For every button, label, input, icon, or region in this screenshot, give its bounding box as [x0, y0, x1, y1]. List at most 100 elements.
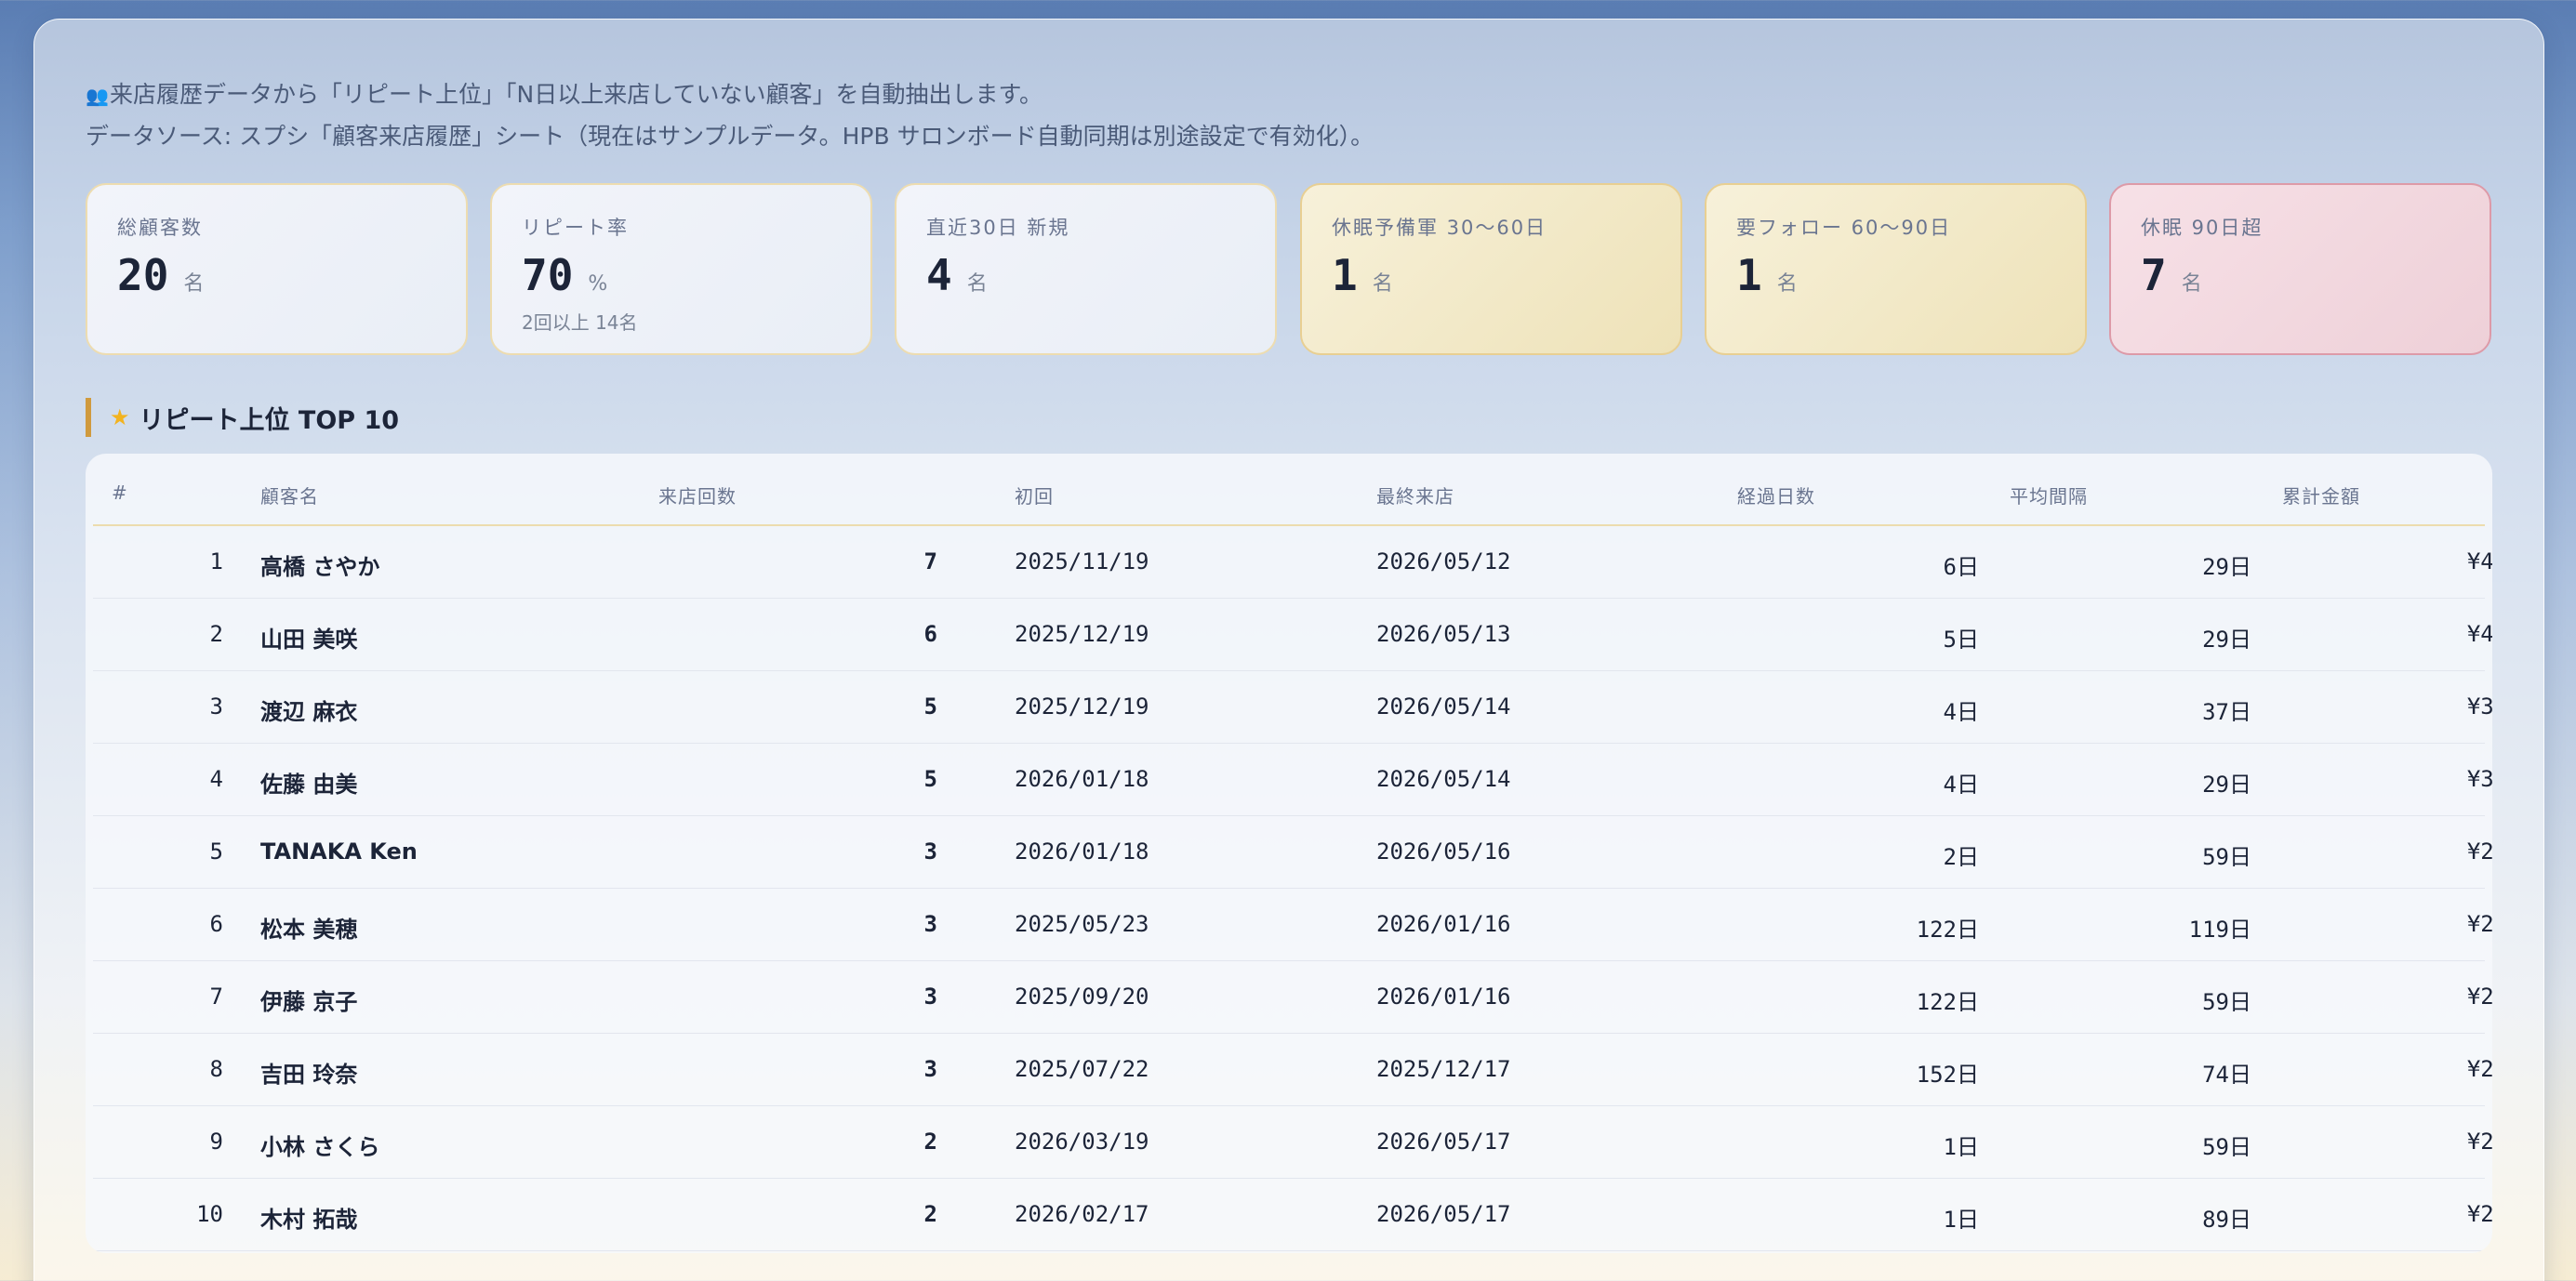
cell-customer-name: TANAKA Ken [260, 839, 418, 865]
table-row[interactable]: 3 渡辺 麻衣 5 2025/12/19 2026/05/14 4日 37日 ¥31,500 [93, 671, 2492, 744]
cell-rank: 7 [209, 984, 223, 1010]
cell-visit-count: 5 [923, 693, 937, 720]
table-row[interactable]: 2 山田 美咲 6 2025/12/19 2026/05/13 5日 29日 ¥45,500 [93, 599, 2492, 671]
cell-days-since: 4日 [1943, 772, 1979, 798]
cell-avg-interval: 74日 [2202, 1062, 2251, 1088]
table-row[interactable]: 9 小林 さくら 2 2026/03/19 2026/05/17 1日 59日 ¥20,000 [93, 1106, 2492, 1179]
cell-customer-name: 佐藤 由美 [260, 772, 358, 798]
cell-first-visit: 2025/11/19 [1015, 548, 1149, 574]
table-header: # 顧客名 来店回数 初回 最終来店 経過日数 平均間隔 累計金額 [93, 454, 2485, 526]
dormant-card: 休眠 90日超 7 名 [2109, 183, 2491, 355]
stat-label: 休眠予備軍 30〜60日 [1332, 217, 1547, 239]
description-line-2: データソース: スプシ「顧客来店履歴」シート（現在はサンプルデータ。HPB サロ… [86, 123, 1374, 150]
section-title: ★ リピート上位 TOP 10 [86, 398, 399, 437]
cell-avg-interval: 59日 [2202, 989, 2251, 1015]
cell-first-visit: 2025/09/20 [1015, 984, 1149, 1010]
table-row[interactable]: 4 佐藤 由美 5 2026/01/18 2026/05/14 4日 29日 ¥31,500 [93, 744, 2492, 816]
stat-unit: 名 [183, 272, 205, 296]
table-row[interactable]: 8 吉田 玲奈 3 2025/07/22 2025/12/17 152日 74日 ¥20,00… [93, 1034, 2492, 1106]
star-icon: ★ [110, 404, 130, 430]
stat-value-row: 4名 [926, 250, 1245, 300]
cell-avg-interval: 59日 [2202, 844, 2251, 870]
cell-last-visit: 2025/12/17 [1376, 1056, 1511, 1082]
cell-first-visit: 2025/05/23 [1015, 911, 1149, 937]
cell-total-amount: ¥31,500 [2466, 766, 2492, 792]
table-row[interactable]: 7 伊藤 京子 3 2025/09/20 2026/01/16 122日 59日 ¥20,00… [93, 961, 2492, 1034]
cell-last-visit: 2026/05/17 [1376, 1129, 1511, 1155]
stat-unit: 名 [2181, 272, 2202, 296]
column-header-rank[interactable]: # [112, 482, 128, 504]
cell-rank: 6 [209, 911, 223, 937]
cell-customer-name: 伊藤 京子 [260, 989, 358, 1015]
cell-first-visit: 2025/12/19 [1015, 693, 1149, 720]
cell-rank: 1 [209, 548, 223, 574]
cell-total-amount: ¥31,500 [2466, 693, 2492, 720]
cell-avg-interval: 89日 [2202, 1207, 2251, 1233]
column-header-last-visit[interactable]: 最終来店 [1376, 482, 1454, 508]
table-row[interactable]: 5 TANAKA Ken 3 2026/01/18 2026/05/16 2日 59日 ¥20… [93, 816, 2492, 889]
column-header-visit-count[interactable]: 来店回数 [658, 482, 737, 508]
cell-last-visit: 2026/01/16 [1376, 911, 1511, 937]
column-header-total-amount[interactable]: 累計金額 [2282, 482, 2360, 508]
stat-label: 休眠 90日超 [2141, 217, 2264, 239]
description-line-1: 👥来店履歴データから「リピート上位」「N日以上来店していない顧客」を自動抽出しま… [86, 74, 1374, 116]
cell-avg-interval: 29日 [2202, 554, 2251, 580]
people-icon: 👥 [86, 85, 109, 107]
cell-last-visit: 2026/05/13 [1376, 621, 1511, 647]
stat-label: 要フォロー 60〜90日 [1736, 217, 1952, 239]
stat-unit: 名 [1776, 272, 1798, 296]
table-row[interactable]: 1 高橋 さやか 7 2025/11/19 2026/05/12 6日 29日 ¥45,500 [93, 526, 2492, 599]
cell-last-visit: 2026/05/14 [1376, 693, 1511, 720]
cell-avg-interval: 119日 [2188, 917, 2251, 943]
cell-avg-interval: 29日 [2202, 627, 2251, 653]
cell-total-amount: ¥20,000 [2466, 1201, 2492, 1227]
cell-days-since: 6日 [1943, 554, 1979, 580]
cell-first-visit: 2026/01/18 [1015, 839, 1149, 865]
description-text-1: 来店履歴データから「リピート上位」「N日以上来店していない顧客」を自動抽出します… [110, 81, 1042, 108]
column-header-days-since[interactable]: 経過日数 [1737, 482, 1815, 508]
cell-last-visit: 2026/05/14 [1376, 766, 1511, 792]
new-30days-card: 直近30日 新規 4 名 [895, 183, 1277, 355]
cell-avg-interval: 59日 [2202, 1134, 2251, 1160]
cell-days-since: 122日 [1916, 989, 1979, 1015]
cell-days-since: 1日 [1943, 1207, 1979, 1233]
stat-value: 1 [1332, 250, 1358, 300]
stat-unit: % [588, 272, 608, 296]
cell-avg-interval: 29日 [2202, 772, 2251, 798]
cell-customer-name: 小林 さくら [260, 1134, 380, 1160]
cell-rank: 10 [196, 1201, 223, 1227]
column-header-customer-name[interactable]: 顧客名 [260, 482, 319, 508]
cell-visit-count: 3 [923, 984, 937, 1010]
cell-first-visit: 2025/07/22 [1015, 1056, 1149, 1082]
cell-visit-count: 3 [923, 1056, 937, 1082]
cell-customer-name: 松本 美穂 [260, 917, 358, 943]
cell-rank: 4 [209, 766, 223, 792]
follow-up-card: 要フォロー 60〜90日 1 名 [1705, 183, 2087, 355]
cell-rank: 8 [209, 1056, 223, 1082]
cell-visit-count: 6 [923, 621, 937, 647]
stat-value-row: 1名 [1332, 250, 1651, 300]
stat-sub: 2回以上 14名 [522, 311, 638, 334]
cell-last-visit: 2026/05/16 [1376, 839, 1511, 865]
table-row[interactable]: 10 木村 拓哉 2 2026/02/17 2026/05/17 1日 89日 ¥20,000 [93, 1179, 2492, 1251]
cell-days-since: 4日 [1943, 699, 1979, 725]
stat-value: 1 [1736, 250, 1762, 300]
stat-label: 直近30日 新規 [926, 217, 1070, 239]
cell-days-since: 2日 [1943, 844, 1979, 870]
stat-label: リピート率 [522, 217, 629, 239]
column-header-first-visit[interactable]: 初回 [1015, 482, 1054, 508]
cell-total-amount: ¥20,000 [2466, 911, 2492, 937]
cell-customer-name: 高橋 さやか [260, 554, 380, 580]
section-title-text: リピート上位 TOP 10 [139, 405, 400, 435]
cell-total-amount: ¥45,500 [2466, 621, 2492, 647]
cell-customer-name: 渡辺 麻衣 [260, 699, 358, 725]
table-row[interactable]: 6 松本 美穂 3 2025/05/23 2026/01/16 122日 119日 ¥20,0… [93, 889, 2492, 961]
stat-value: 70 [522, 250, 574, 300]
cell-rank: 3 [209, 693, 223, 720]
cell-total-amount: ¥45,500 [2466, 548, 2492, 574]
cell-days-since: 5日 [1943, 627, 1979, 653]
cell-avg-interval: 37日 [2202, 699, 2251, 725]
column-header-avg-interval[interactable]: 平均間隔 [2010, 482, 2088, 508]
total-customers-card: 総顧客数 20 名 [86, 183, 468, 355]
cell-last-visit: 2026/05/12 [1376, 548, 1511, 574]
